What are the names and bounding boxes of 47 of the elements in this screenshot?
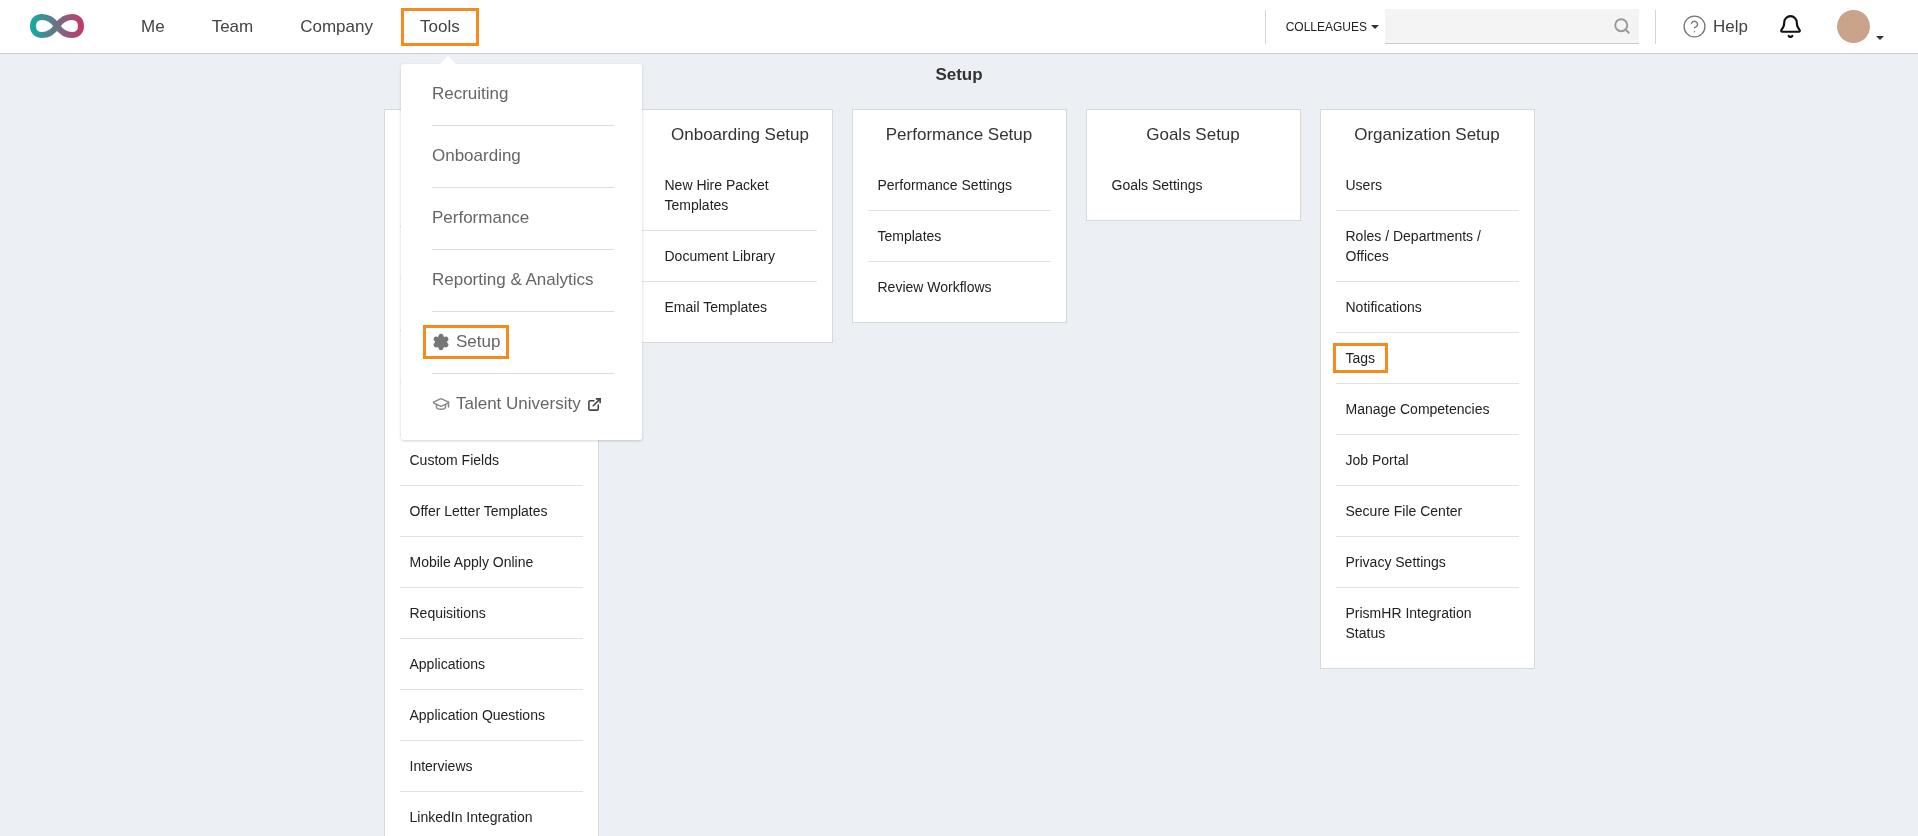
card-title: Organization Setup [1353, 124, 1501, 146]
card-title: Goals Setup [1145, 124, 1241, 146]
setup-link[interactable]: Templates [864, 221, 955, 251]
setup-link[interactable]: Roles / Departments / Offices [1332, 221, 1516, 271]
setup-link[interactable]: Custom Fields [396, 445, 512, 475]
setup-link[interactable]: Goals Settings [1098, 170, 1216, 200]
setup-link[interactable]: Offer Letter Templates [396, 496, 561, 526]
caret-icon [1371, 24, 1380, 29]
caret-icon[interactable] [1876, 35, 1884, 40]
notifications-bell-icon[interactable] [1778, 14, 1803, 39]
setup-link[interactable]: PrismHR Integration Status [1332, 598, 1516, 648]
setup-link[interactable]: LinkedIn Integration [396, 802, 546, 832]
menu-item[interactable]: Reporting & Analytics [422, 263, 603, 297]
help-link[interactable]: Help [1682, 14, 1748, 39]
setup-link[interactable]: Job Portal [1332, 445, 1422, 475]
card-title: Performance Setup [884, 124, 1034, 146]
setup-link[interactable]: Interviews [396, 751, 486, 781]
help-icon [1682, 14, 1708, 39]
menu-item[interactable]: Recruiting [422, 77, 518, 111]
colleagues-dropdown[interactable]: COLLEAGUES [1285, 15, 1380, 38]
setup-link[interactable]: Application Questions [396, 700, 558, 730]
setup-link[interactable]: Performance Settings [864, 170, 1026, 200]
search-field[interactable] [1385, 9, 1640, 44]
nav-link[interactable]: Tools [400, 7, 479, 46]
setup-link[interactable]: Applications [396, 649, 498, 679]
menu-item[interactable]: Setup [422, 325, 510, 359]
nav-link[interactable]: Company [281, 7, 392, 46]
page-title: Setup [935, 65, 983, 85]
setup-link[interactable]: Mobile Apply Online [396, 547, 547, 577]
setup-link[interactable]: Users [1332, 170, 1396, 200]
setup-link[interactable]: Requisitions [396, 598, 499, 628]
nav-link[interactable]: Team [192, 7, 273, 46]
setup-link[interactable]: Secure File Center [1332, 496, 1476, 526]
menu-item[interactable]: Onboarding [422, 139, 530, 173]
graduation-cap-icon [431, 395, 450, 413]
card-title: Onboarding Setup [670, 124, 810, 146]
setup-link[interactable]: Tags [1332, 343, 1389, 373]
nav-link[interactable]: Me [122, 7, 184, 46]
setup-link[interactable]: Privacy Settings [1332, 547, 1459, 577]
setup-link[interactable]: Notifications [1332, 292, 1435, 322]
menu-item[interactable]: Performance [422, 201, 539, 235]
external-link-icon [586, 396, 602, 412]
setup-link[interactable]: Review Workflows [864, 272, 1005, 302]
settings-icon [431, 333, 450, 351]
menu-item[interactable]: Talent University [422, 387, 611, 421]
setup-link[interactable]: Manage Competencies [1332, 394, 1503, 424]
search-icon [1613, 17, 1632, 35]
